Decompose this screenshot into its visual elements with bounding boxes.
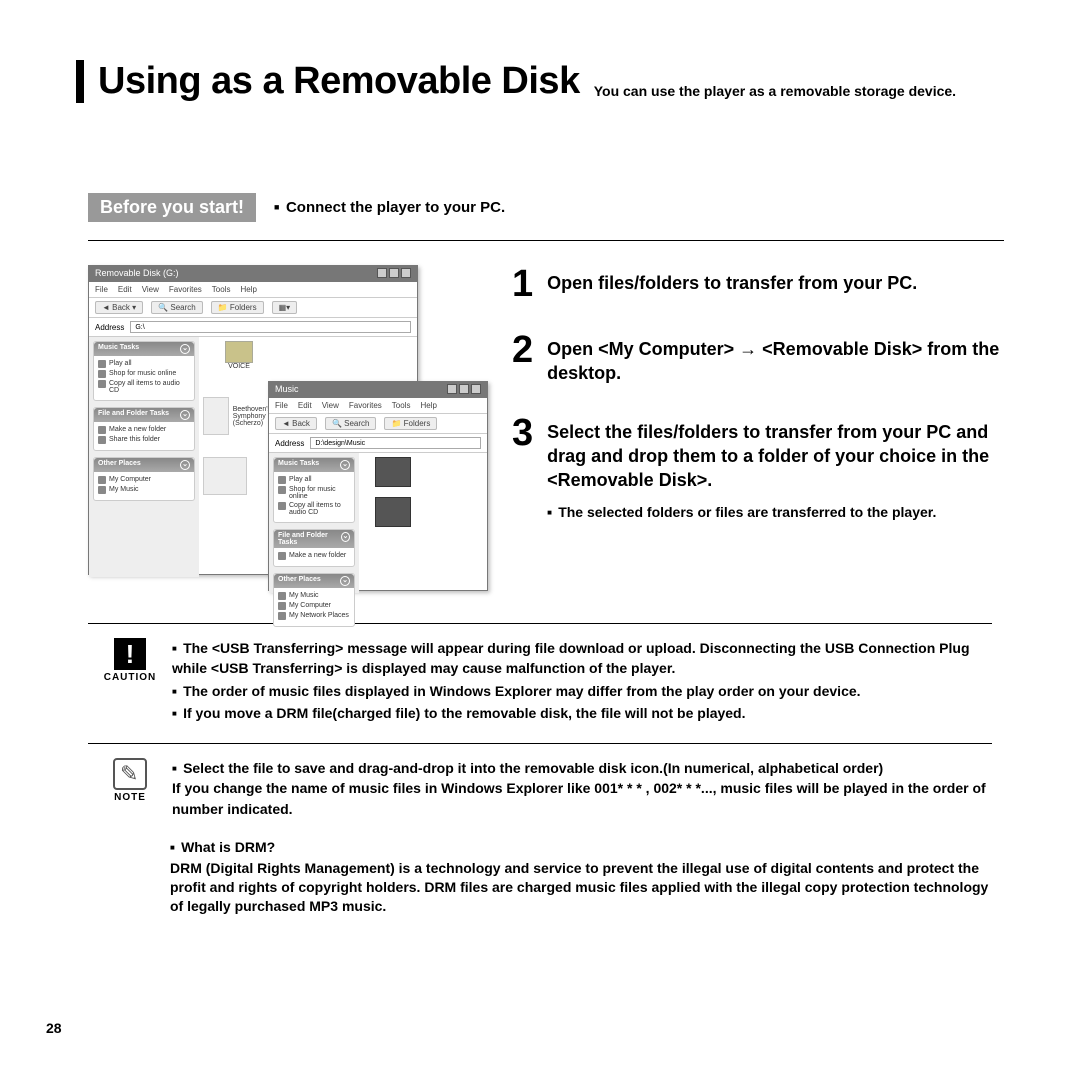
before-you-start-row: Before you start! Connect the player to … xyxy=(88,193,1004,241)
step-text: Open files/folders to transfer from your… xyxy=(547,271,917,303)
caution-item: The <USB Transferring> message will appe… xyxy=(172,638,992,679)
menu-bar: FileEditViewFavoritesToolsHelp xyxy=(269,398,487,414)
step-text: Select the files/folders to transfer fro… xyxy=(547,420,1004,493)
drm-block: What is DRM? DRM (Digital Rights Managem… xyxy=(170,839,992,916)
step-text: Open <My Computer> → <Removable Disk> fr… xyxy=(547,337,1004,386)
before-text: Connect the player to your PC. xyxy=(274,199,505,216)
window-controls-icon xyxy=(375,268,411,280)
page-title: Using as a Removable Disk xyxy=(98,60,580,103)
step-number: 1 xyxy=(512,265,533,303)
caution-item: If you move a DRM file(charged file) to … xyxy=(172,703,992,723)
page-number: 28 xyxy=(46,1020,62,1036)
step-1: 1 Open files/folders to transfer from yo… xyxy=(512,265,1004,303)
note-block: NOTE Select the file to save and drag-an… xyxy=(102,758,992,821)
drm-answer: DRM (Digital Rights Management) is a tec… xyxy=(170,859,992,916)
folders-button: 📁 Folders xyxy=(211,301,264,314)
step-2: 2 Open <My Computer> → <Removable Disk> … xyxy=(512,331,1004,386)
search-button: 🔍 Search xyxy=(151,301,203,314)
address-bar: AddressG:\ xyxy=(89,318,417,337)
explorer-window-2: Music FileEditViewFavoritesToolsHelp ◄ B… xyxy=(268,381,488,591)
mp3-icon xyxy=(363,457,423,487)
folder-icon: VOICE xyxy=(209,341,269,370)
toolbar: ◄ Back🔍 Search📁 Folders xyxy=(269,414,487,434)
caution-item: The order of music files displayed in Wi… xyxy=(172,681,992,701)
view-button: ▦▾ xyxy=(272,301,298,314)
step-number: 2 xyxy=(512,331,533,386)
step-number: 3 xyxy=(512,414,533,521)
note-item: Select the file to save and drag-and-dro… xyxy=(172,758,992,819)
page-subtitle: You can use the player as a removable st… xyxy=(594,83,956,104)
page-title-block: Using as a Removable Disk You can use th… xyxy=(76,60,1010,103)
before-badge: Before you start! xyxy=(88,193,256,222)
toolbar: ◄ Back ▾ 🔍 Search 📁 Folders ▦▾ xyxy=(89,298,417,318)
step-subnote: The selected folders or files are transf… xyxy=(547,504,936,520)
caution-block: ! CAUTION The <USB Transferring> message… xyxy=(102,638,992,725)
window-controls-icon xyxy=(445,384,481,396)
mp3-icon xyxy=(363,497,423,527)
note-icon: NOTE xyxy=(102,758,158,803)
window2-title: Music xyxy=(275,384,299,396)
caution-icon: ! CAUTION xyxy=(102,638,158,683)
menu-bar: FileEditViewFavoritesToolsHelp xyxy=(89,282,417,298)
file-icon-2 xyxy=(203,457,263,495)
step-3: 3 Select the files/folders to transfer f… xyxy=(512,414,1004,521)
back-button: ◄ Back ▾ xyxy=(95,301,143,314)
drm-question: What is DRM? xyxy=(170,839,992,855)
steps-list: 1 Open files/folders to transfer from yo… xyxy=(512,265,1004,605)
window1-title: Removable Disk (G:) xyxy=(95,268,179,280)
screenshot-area: Removable Disk (G:) FileEditViewFavorite… xyxy=(88,265,488,605)
